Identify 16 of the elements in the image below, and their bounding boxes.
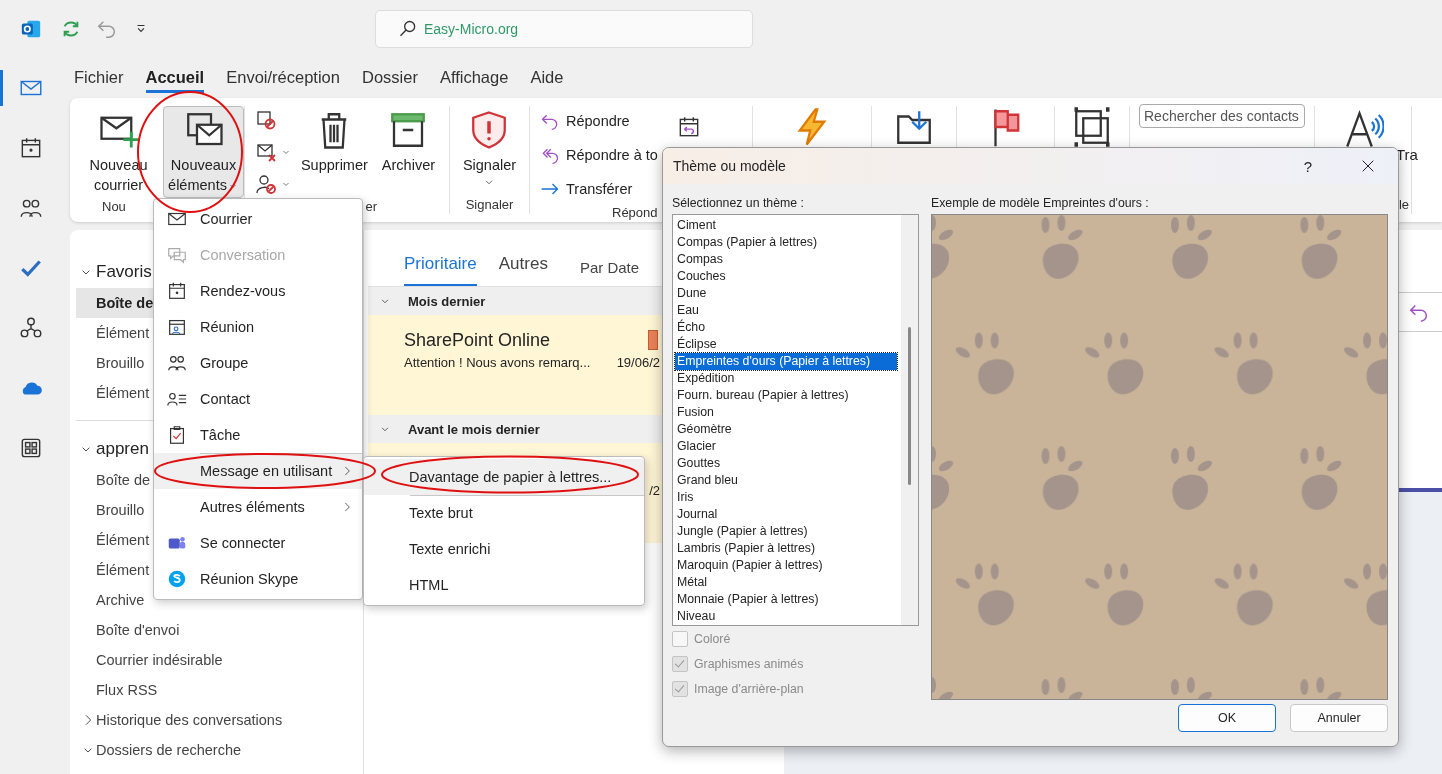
- checkbox-label: Coloré: [694, 631, 731, 646]
- ribbon-group-label: er: [364, 198, 378, 216]
- ribbon-group-label: Répond: [611, 204, 659, 222]
- checkbox-label: Image d'arrière-plan: [694, 681, 804, 696]
- ribbon-group-label: Nou: [101, 198, 127, 216]
- message-date: /2: [649, 483, 660, 498]
- ribbon-group-label: Signaler: [464, 196, 515, 214]
- theme-list-label: Sélectionnez un thème :: [672, 196, 805, 212]
- message-preview: Attention ! Nous avons remarq...: [404, 355, 591, 370]
- ribbon-group-label: le: [1397, 196, 1410, 214]
- search-value: Easy-Micro.org: [424, 21, 519, 37]
- message-sender: SharePoint Online: [404, 329, 551, 351]
- preview-label: Exemple de modèle Empreintes d'ours :: [931, 196, 1150, 212]
- dialog-title: Thème ou modèle: [673, 158, 787, 174]
- checkbox-label: Graphismes animés: [694, 656, 804, 671]
- message-date: 19/06/2: [616, 355, 660, 370]
